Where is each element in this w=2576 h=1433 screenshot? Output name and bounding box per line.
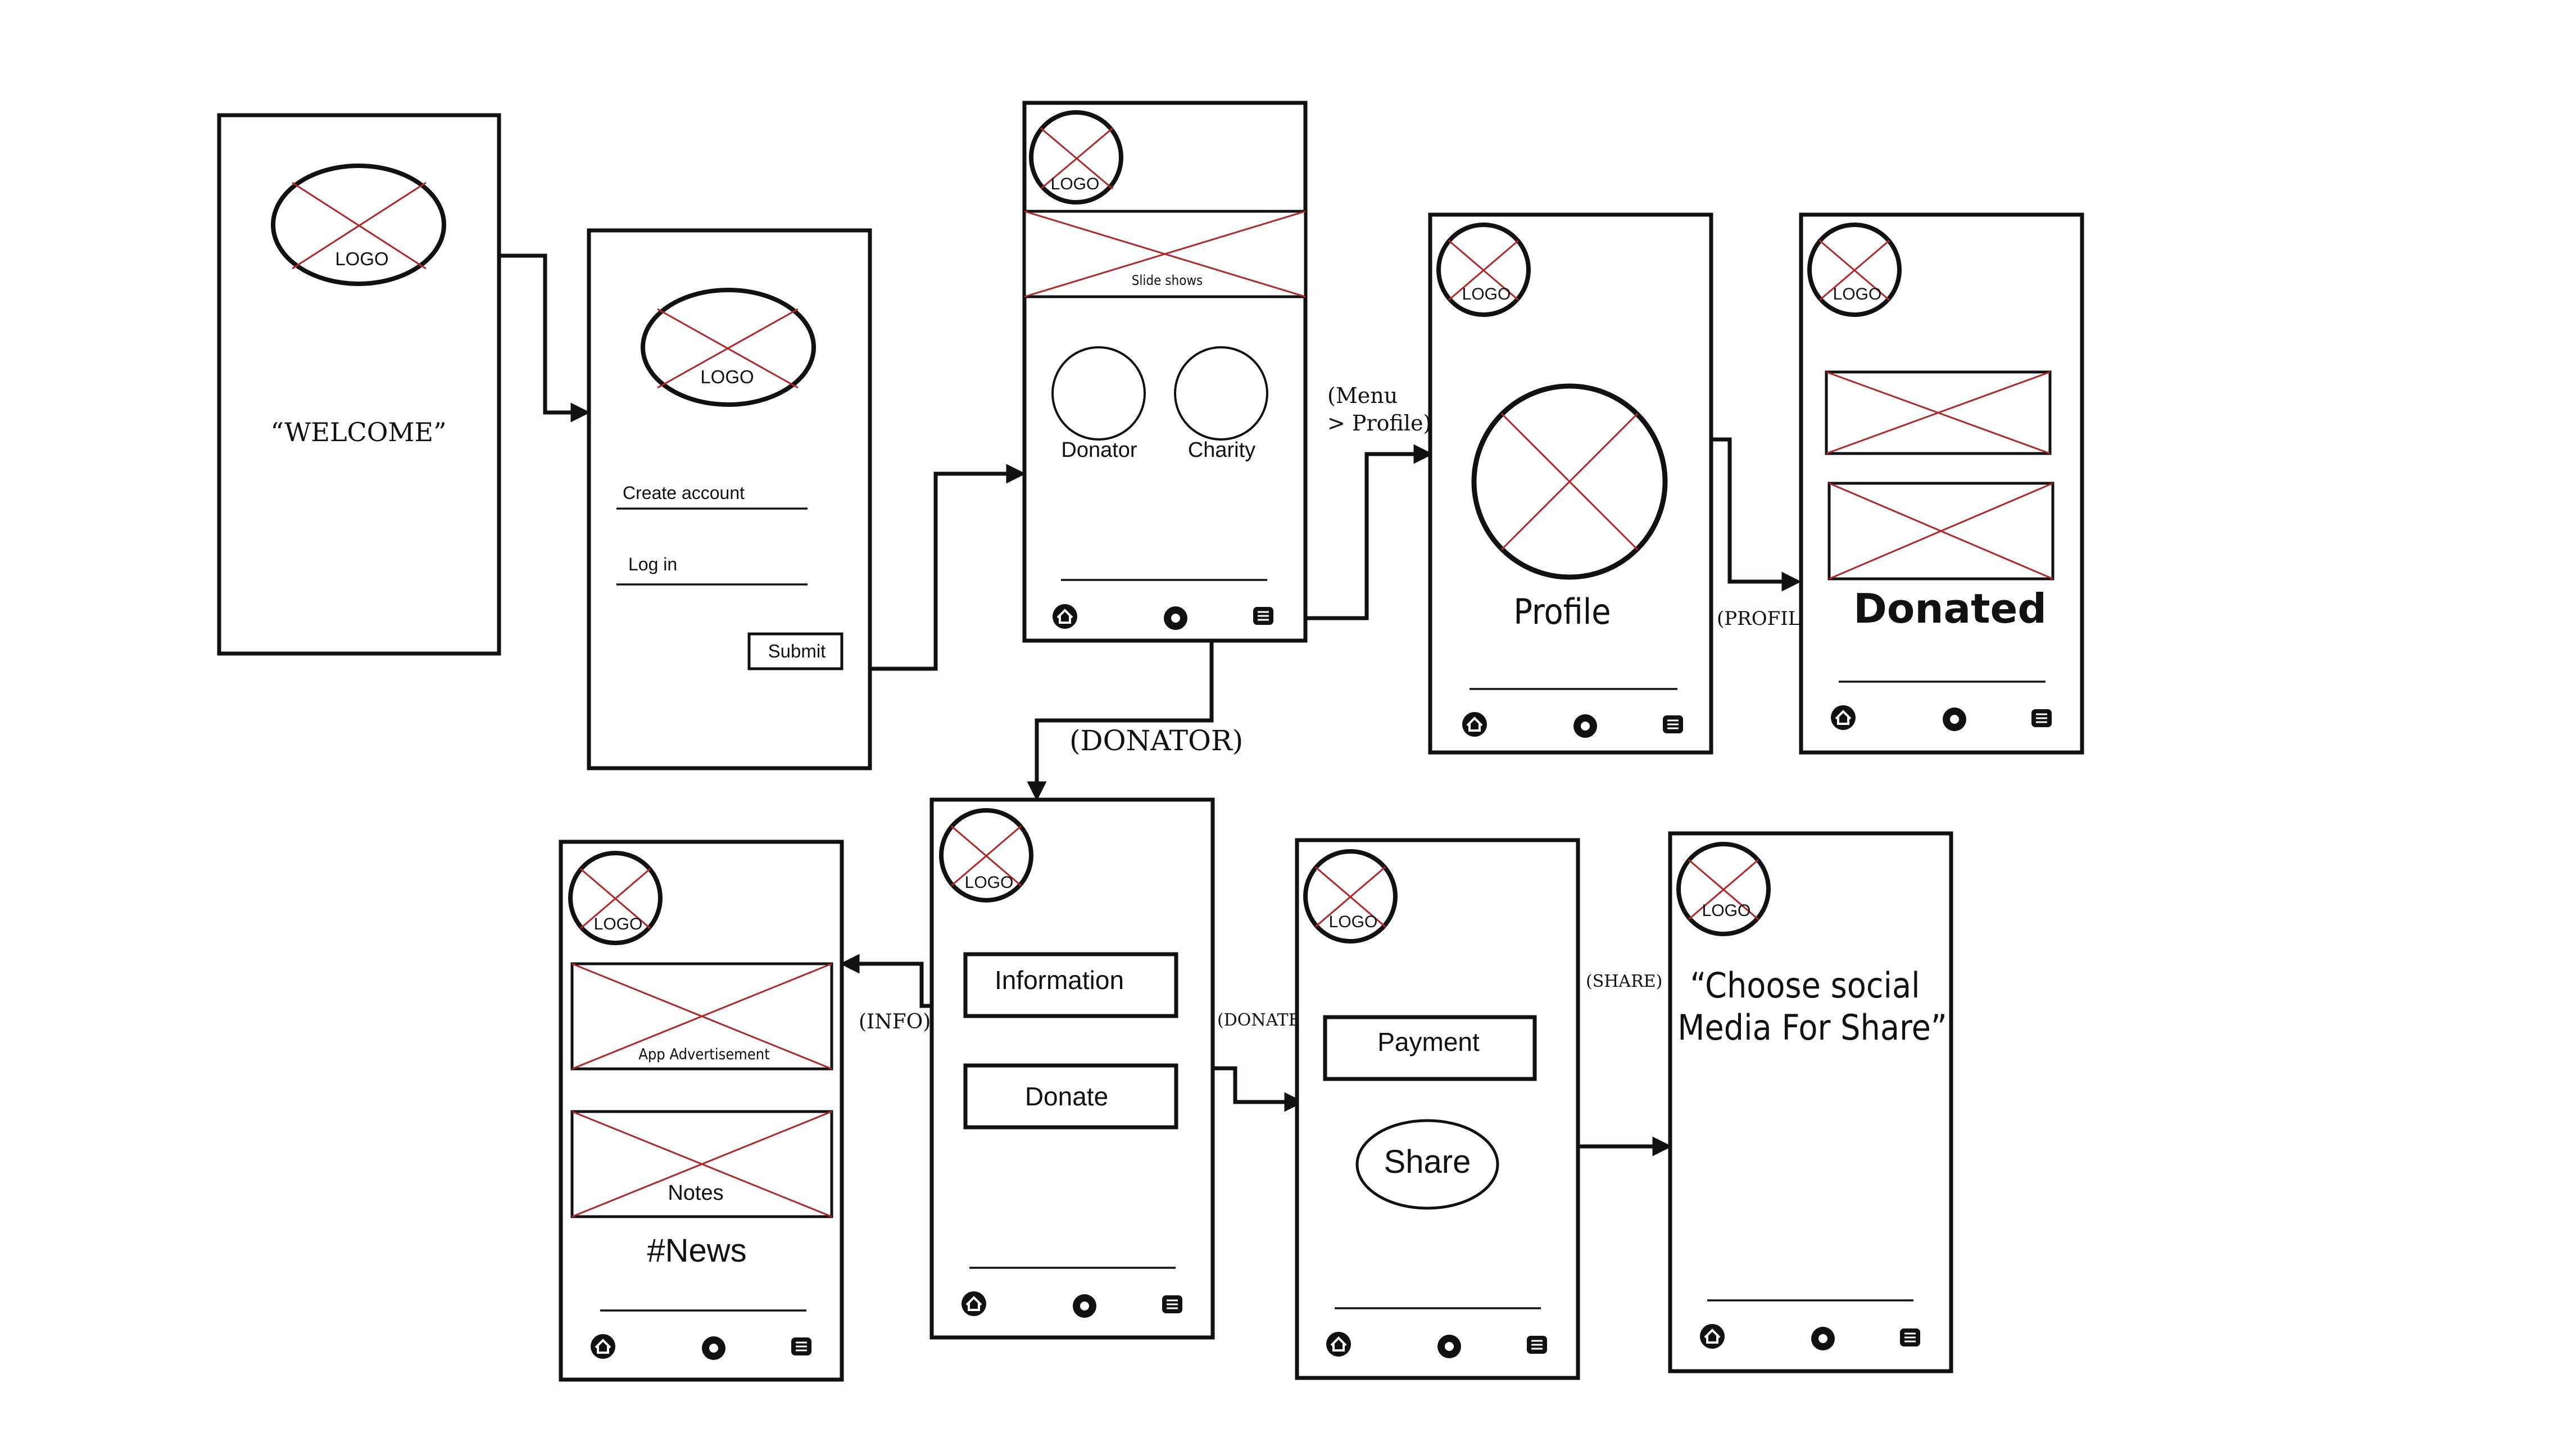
menu-icon[interactable] (790, 1336, 813, 1357)
menu-icon[interactable] (1161, 1294, 1183, 1314)
avatar-placeholder (1471, 383, 1668, 580)
logo-label: LOGO (700, 366, 754, 387)
information-button[interactable]: Information (963, 952, 1178, 1018)
label-donate: (DONATE) (1217, 1010, 1307, 1030)
donate-button[interactable]: Donate (963, 1063, 1178, 1130)
screen-choose-social: LOGO “Choose social Media For Share” (1668, 831, 1953, 1373)
charity-label: Charity (1188, 438, 1255, 462)
record-icon[interactable] (1437, 1335, 1461, 1358)
menu-icon[interactable] (1899, 1327, 1921, 1348)
share-button[interactable]: Share (1355, 1119, 1499, 1210)
wireframe-flow-diagram: (Menu > Profile) (PROFILE) (DONATOR) (IN… (217, 101, 2084, 1382)
logo-placeholder: LOGO (1303, 849, 1398, 944)
arrow-welcome-to-login (499, 253, 591, 423)
label-menu-1: (Menu (1327, 383, 1398, 408)
screen-donator: LOGO Information Donate (929, 797, 1215, 1340)
ad-placeholder: App Advertisement (570, 962, 833, 1071)
record-icon[interactable] (1811, 1327, 1835, 1350)
create-account-field[interactable]: Create account (623, 483, 745, 503)
record-icon[interactable] (1073, 1294, 1096, 1318)
donated-label: Donated (1853, 585, 2047, 632)
donated-item-placeholder (1827, 482, 2055, 581)
record-icon[interactable] (702, 1336, 725, 1360)
screen-news: LOGO App Advertisement Notes #News (559, 840, 844, 1382)
logo-placeholder: LOGO (641, 288, 816, 407)
payment-label: Payment (1377, 1027, 1480, 1056)
logo-placeholder: LOGO (939, 808, 1033, 903)
screen-welcome: LOGO “WELCOME” (217, 113, 501, 656)
arrow-home-to-profile (1307, 444, 1434, 620)
record-icon[interactable] (1943, 708, 1966, 731)
label-menu-2: > Profile) (1327, 411, 1431, 436)
notes-placeholder: Notes (570, 1110, 833, 1218)
menu-icon[interactable] (1662, 714, 1684, 734)
logo-label: LOGO (594, 915, 643, 933)
home-icon[interactable] (960, 1290, 987, 1317)
label-info: (INFO) (859, 1010, 931, 1033)
slideshow-placeholder: Slide shows (1023, 210, 1307, 298)
information-label: Information (995, 965, 1124, 995)
logo-placeholder: LOGO (1029, 110, 1123, 205)
home-icon[interactable] (1461, 711, 1488, 738)
logo-label: LOGO (1833, 285, 1882, 303)
logo-label: LOGO (1462, 285, 1511, 303)
news-label: #News (647, 1232, 746, 1269)
charity-option[interactable] (1174, 346, 1268, 441)
menu-icon[interactable] (1252, 606, 1275, 626)
welcome-text: “WELCOME” (270, 417, 446, 447)
home-icon[interactable] (589, 1333, 616, 1360)
logo-placeholder: LOGO (271, 164, 446, 286)
donate-label: Donate (1025, 1082, 1108, 1111)
payment-button[interactable]: Payment (1323, 1015, 1537, 1081)
choose-social-line2: Media For Share” (1677, 1007, 1947, 1048)
share-label: Share (1384, 1144, 1471, 1180)
logo-placeholder: LOGO (568, 851, 663, 945)
label-donator: (DONATOR) (1069, 724, 1243, 757)
notes-label: Notes (668, 1181, 723, 1205)
screen-home: LOGO Slide shows Donator Charity (1022, 101, 1308, 643)
menu-icon[interactable] (2030, 708, 2053, 728)
donator-option[interactable] (1051, 346, 1146, 441)
logo-label: LOGO (1702, 901, 1751, 920)
arrow-home-to-donator (1027, 641, 1214, 801)
submit-label: Submit (768, 641, 826, 661)
screen-donated: LOGO Donated (1799, 212, 2084, 755)
ad-label: App Advertisement (638, 1046, 769, 1063)
screen-payment: LOGO Payment Share (1295, 838, 1580, 1380)
screen-login: LOGO Create account Log in Submit (587, 228, 872, 770)
home-icon[interactable] (1830, 704, 1857, 731)
logo-label: LOGO (1051, 175, 1100, 193)
profile-label: Profile (1513, 591, 1611, 632)
home-icon[interactable] (1051, 603, 1078, 630)
logo-label: LOGO (965, 873, 1014, 892)
record-icon[interactable] (1164, 606, 1187, 630)
record-icon[interactable] (1573, 714, 1597, 738)
logo-placeholder: LOGO (1807, 223, 1902, 317)
submit-button[interactable]: Submit (747, 632, 843, 670)
donator-label: Donator (1061, 438, 1137, 462)
menu-icon[interactable] (1526, 1335, 1548, 1355)
log-in-field[interactable]: Log in (628, 554, 677, 574)
home-icon[interactable] (1699, 1323, 1726, 1350)
choose-social-line1: “Choose social (1690, 965, 1920, 1006)
label-share: (SHARE) (1586, 972, 1662, 991)
screen-profile: LOGO Profile (1428, 212, 1713, 755)
logo-placeholder: LOGO (1676, 842, 1771, 936)
slideshow-label: Slide shows (1132, 273, 1203, 288)
logo-label: LOGO (1329, 913, 1378, 931)
donated-item-placeholder (1825, 370, 2052, 455)
home-icon[interactable] (1325, 1331, 1352, 1358)
logo-label: LOGO (335, 248, 388, 269)
logo-placeholder: LOGO (1436, 223, 1531, 317)
